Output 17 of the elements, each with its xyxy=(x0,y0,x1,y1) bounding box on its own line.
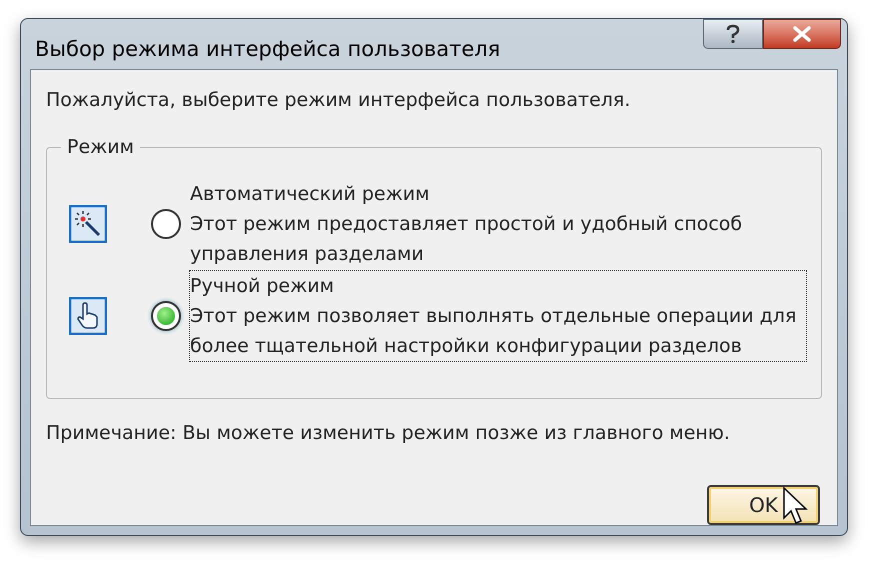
radio-button[interactable] xyxy=(151,300,181,330)
option-description: Этот режим предоставляет простой и удобный способ управления разделами xyxy=(190,212,744,266)
option-title[interactable]: Автоматический режим xyxy=(190,178,800,208)
close-icon xyxy=(792,26,812,42)
close-button[interactable] xyxy=(763,19,841,49)
pointing-hand-icon xyxy=(69,296,107,334)
option-title[interactable]: Ручной режим xyxy=(190,270,800,300)
note-text: Примечание: Вы можете изменить режим позже из главного меню. xyxy=(46,420,731,446)
magic-wand-icon xyxy=(69,204,107,242)
ok-button[interactable]: OK xyxy=(707,485,820,525)
option-description: Этот режим позволяет выполнять отдельные операции для более тщательной настройки конфигурации разделов xyxy=(190,304,798,358)
prompt-text: Пожалуйста, выберите режим интерфейса пользователя. xyxy=(46,88,632,113)
help-icon xyxy=(725,24,741,44)
help-button[interactable] xyxy=(703,19,763,49)
mouse-cursor-icon xyxy=(782,486,808,526)
window-title: Выбор режима интерфейса пользователя xyxy=(35,36,500,63)
radio-button[interactable] xyxy=(151,208,181,238)
